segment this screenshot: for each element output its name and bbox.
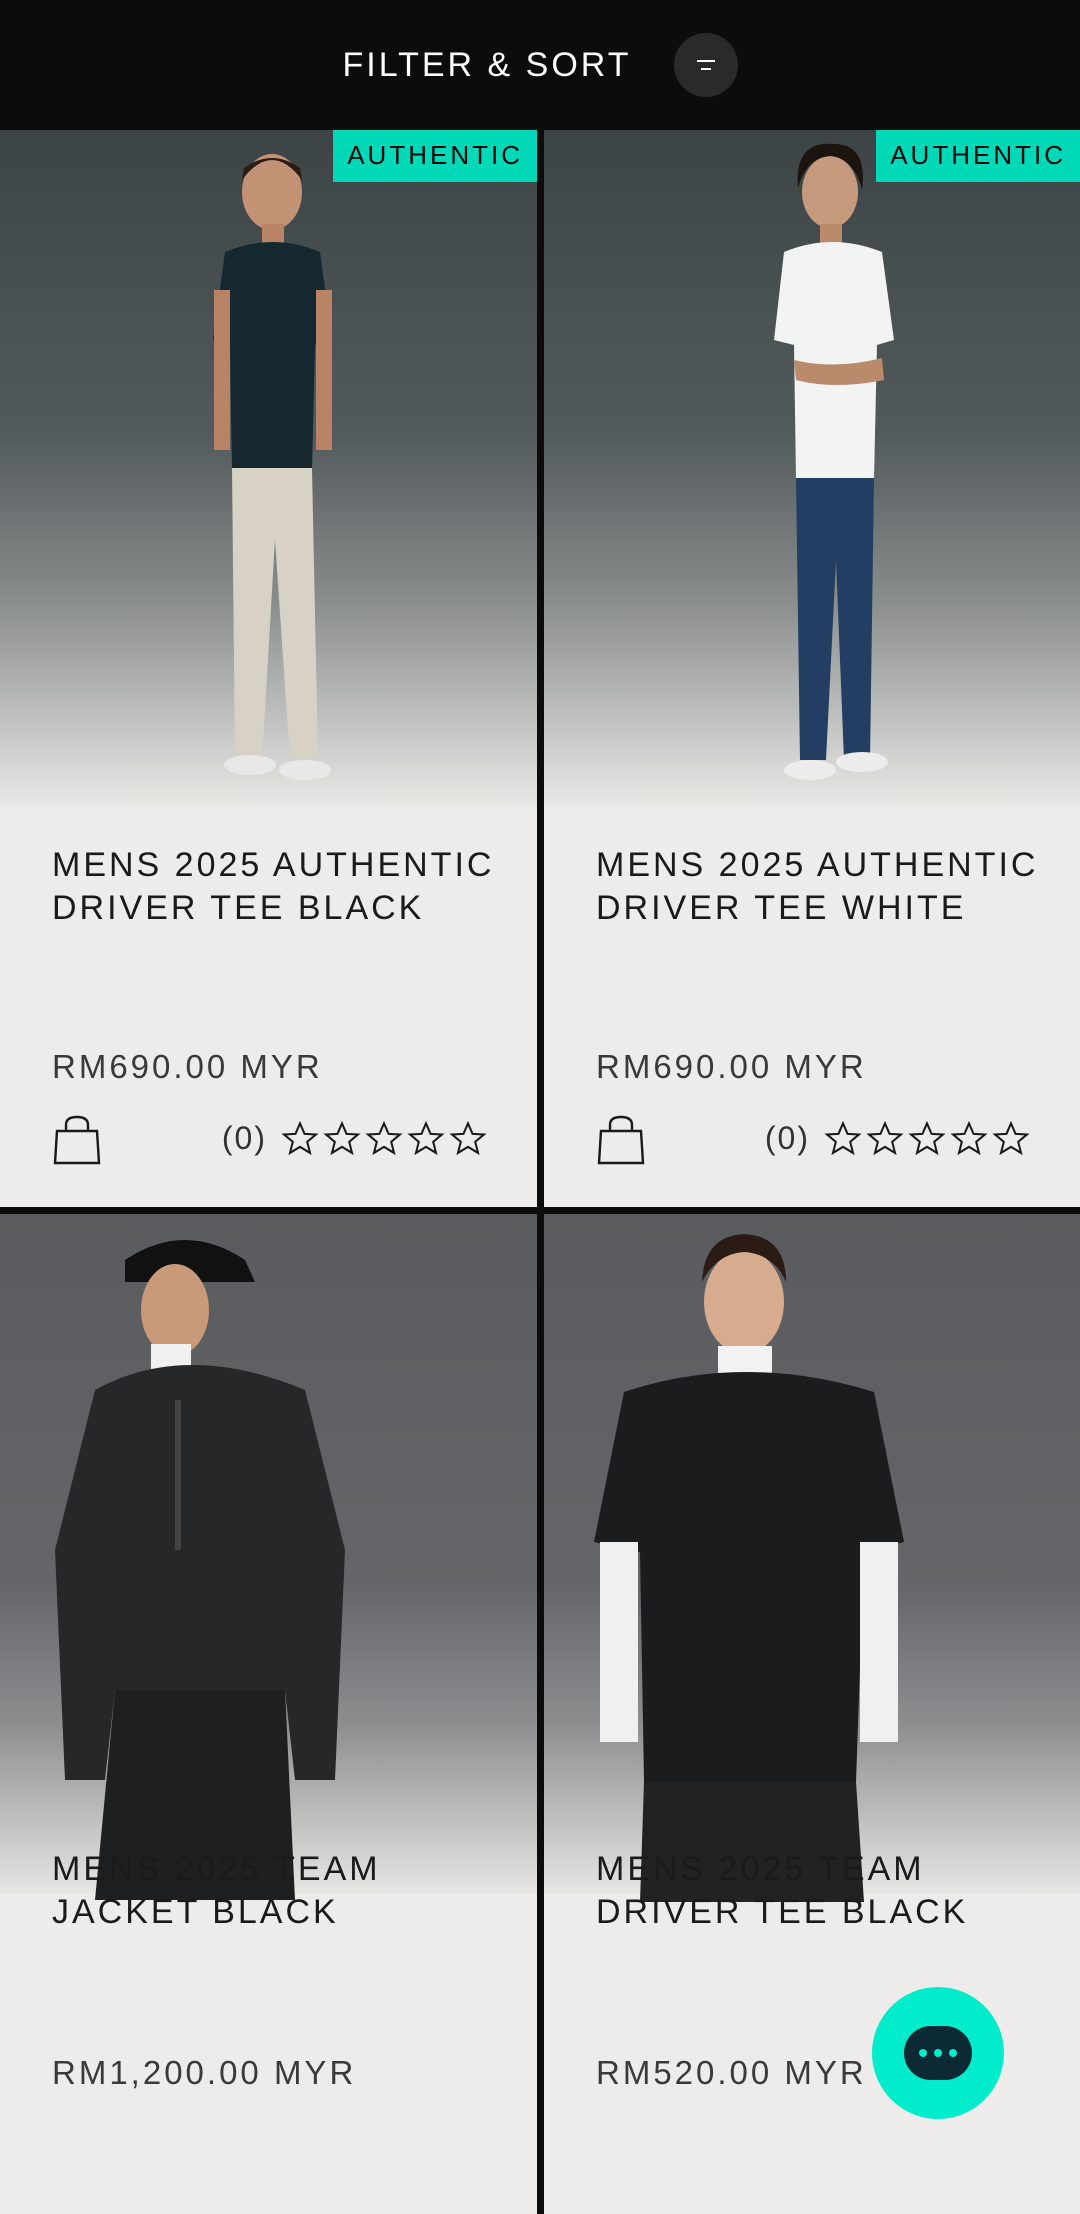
filter-button[interactable] bbox=[673, 33, 738, 97]
product-card[interactable]: AUTHENTIC MENS 2025 AUTHENTIC DRIVER TEE… bbox=[0, 130, 537, 1207]
star-icon bbox=[281, 1120, 319, 1155]
star-icon bbox=[323, 1120, 361, 1155]
star-icon bbox=[908, 1120, 946, 1155]
rating[interactable]: (0) bbox=[765, 1120, 1030, 1157]
review-count: (0) bbox=[221, 1120, 267, 1156]
model-photo bbox=[213, 154, 332, 780]
filter-sort-label[interactable]: FILTER & SORT bbox=[342, 46, 631, 85]
star-icon bbox=[950, 1120, 988, 1155]
product-title[interactable]: MENS 2025 AUTHENTIC DRIVER TEE BLACK bbox=[52, 844, 497, 930]
rating[interactable]: (0) bbox=[222, 1120, 487, 1157]
filter-sort-bar: FILTER & SORT bbox=[0, 0, 1080, 130]
product-card[interactable]: AUTHENTIC MENS 2025 AUTHENTIC DRIVER TEE… bbox=[544, 130, 1080, 1207]
product-title[interactable]: MENS 2025 AUTHENTIC DRIVER TEE WHITE bbox=[596, 844, 1040, 930]
model-photo bbox=[55, 1240, 345, 1900]
product-price: RM690.00 MYR bbox=[596, 1048, 867, 1085]
product-price: RM520.00 MYR bbox=[596, 2054, 867, 2091]
star-icon bbox=[824, 1120, 862, 1155]
product-image[interactable] bbox=[0, 1214, 537, 1900]
model-photo bbox=[774, 143, 894, 780]
authentic-badge: AUTHENTIC bbox=[333, 130, 537, 182]
star-icon bbox=[365, 1120, 403, 1155]
authentic-badge: AUTHENTIC bbox=[876, 130, 1080, 182]
product-card[interactable]: MENS 2025 TEAM JACKET BLACK RM1,200.00 M… bbox=[0, 1214, 537, 2214]
product-price: RM690.00 MYR bbox=[52, 1048, 323, 1085]
star-icon bbox=[866, 1120, 904, 1155]
product-title[interactable]: MENS 2025 TEAM JACKET BLACK bbox=[52, 1848, 497, 1934]
chat-bubble-icon bbox=[904, 2026, 972, 2080]
product-image[interactable] bbox=[544, 1214, 1080, 1902]
product-image[interactable] bbox=[0, 130, 537, 806]
product-price: RM1,200.00 MYR bbox=[52, 2054, 357, 2091]
model-photo bbox=[594, 1234, 904, 1902]
review-count: (0) bbox=[764, 1120, 810, 1156]
shopping-bag-icon[interactable] bbox=[52, 1115, 102, 1167]
product-image[interactable] bbox=[544, 130, 1080, 806]
product-title[interactable]: MENS 2025 TEAM DRIVER TEE BLACK bbox=[596, 1848, 1040, 1934]
star-icon bbox=[449, 1120, 487, 1155]
star-icon bbox=[992, 1120, 1030, 1155]
star-icon bbox=[407, 1120, 445, 1155]
chat-button[interactable] bbox=[872, 1987, 1004, 2119]
filter-lines-icon bbox=[696, 60, 715, 70]
shopping-bag-icon[interactable] bbox=[596, 1115, 646, 1167]
